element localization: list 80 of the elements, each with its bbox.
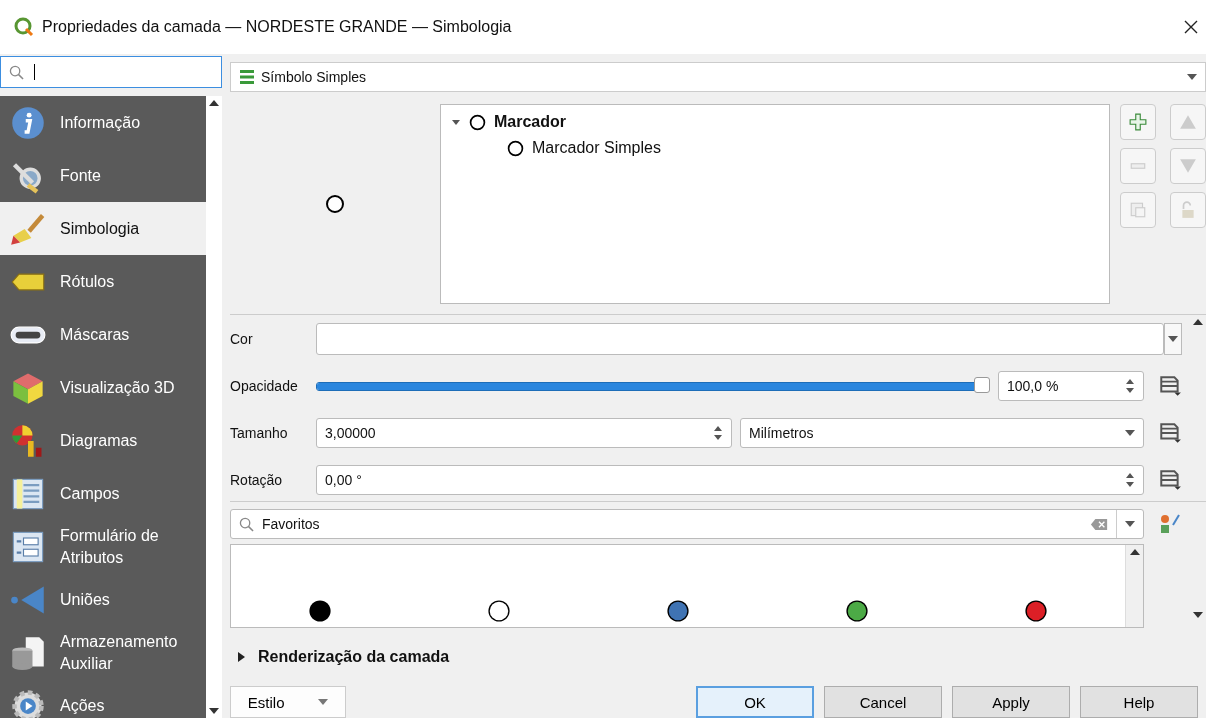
qgis-logo-icon: [14, 17, 34, 37]
scroll-down-icon[interactable]: [1193, 612, 1203, 618]
field-label: Rotação: [230, 472, 284, 488]
search-icon: [9, 64, 24, 80]
opacity-spinbox[interactable]: 100,0 %: [998, 371, 1144, 401]
spin-arrows-icon: [713, 425, 723, 441]
sidebar-item[interactable]: Uniões: [0, 573, 206, 626]
marker-symbol[interactable]: [308, 599, 333, 623]
marker-icon: [507, 139, 524, 157]
sidebar-item[interactable]: Rótulos: [0, 255, 206, 308]
color-button[interactable]: [316, 323, 1164, 355]
dropdown-arrow-icon: [318, 699, 329, 705]
copy-icon: [1129, 201, 1147, 219]
sidebar-item[interactable]: Armazenamento Auxiliar: [0, 626, 206, 679]
scrollbar[interactable]: [1125, 545, 1143, 627]
data-defined-icon[interactable]: [1158, 375, 1182, 397]
marker-symbol[interactable]: [487, 599, 512, 623]
dialog-button[interactable]: Apply: [952, 686, 1070, 718]
style-manager-icon[interactable]: [1158, 513, 1182, 535]
info-icon: [10, 104, 46, 141]
sidebar-item[interactable]: Campos: [0, 467, 206, 520]
rotation-spinbox[interactable]: 0,00 °: [316, 465, 1144, 495]
sidebar-item[interactable]: Fonte: [0, 149, 206, 202]
gear-icon: [10, 687, 46, 718]
opacity-slider[interactable]: [316, 376, 990, 396]
sidebar-item[interactable]: Informação: [0, 96, 206, 149]
field-label: Opacidade: [230, 378, 299, 394]
triangle-up-icon: [1179, 113, 1197, 131]
color-menu-button[interactable]: [1164, 323, 1182, 355]
list-icon: [239, 69, 255, 85]
sidebar-item[interactable]: Máscaras: [0, 308, 206, 361]
renderer-dropdown[interactable]: Símbolo Simples: [230, 62, 1206, 92]
triangle-down-icon: [1179, 157, 1197, 175]
spin-arrows-icon: [1125, 472, 1135, 488]
scroll-up-icon[interactable]: [1193, 319, 1203, 325]
data-defined-icon[interactable]: [1158, 469, 1182, 491]
marker-symbol[interactable]: [666, 599, 690, 623]
sidebar-item[interactable]: Simbologia: [0, 202, 206, 255]
window-title: Propriedades da camada — NORDESTE GRANDE — Simbologia: [42, 18, 512, 36]
search-icon: [239, 516, 254, 532]
expand-arrow-icon[interactable]: [236, 652, 246, 662]
marker-preview: [325, 194, 345, 214]
sidebar-item[interactable]: Diagramas: [0, 414, 206, 467]
scroll-up-icon[interactable]: [209, 100, 219, 106]
marker-icon: [469, 113, 486, 131]
dialog-button[interactable]: Help: [1080, 686, 1198, 718]
spin-arrows-icon: [1125, 378, 1135, 394]
dialog-button[interactable]: Cancel: [824, 686, 942, 718]
dropdown-arrow-icon: [1125, 521, 1135, 527]
field-label: Cor: [230, 331, 254, 347]
tree-item[interactable]: Marcador Simples: [532, 139, 661, 157]
size-spinbox[interactable]: 3,00000: [316, 418, 732, 448]
unit-dropdown[interactable]: Milímetros: [740, 418, 1144, 448]
expand-arrow-icon[interactable]: [451, 117, 461, 127]
clear-icon[interactable]: [1090, 517, 1108, 531]
scroll-down-icon[interactable]: [209, 708, 219, 714]
marker-symbol[interactable]: [844, 599, 869, 623]
marker-symbol[interactable]: [1023, 599, 1048, 623]
search-field[interactable]: [0, 56, 222, 88]
scroll-up-icon[interactable]: [1129, 549, 1140, 555]
field-label: Tamanho: [230, 425, 289, 441]
sidebar-item[interactable]: Visualização 3D: [0, 361, 206, 414]
sidebar-item[interactable]: Formulário de Atributos: [0, 520, 206, 573]
dropdown-arrow-icon: [1125, 430, 1135, 436]
padlock-icon: [1179, 201, 1197, 219]
close-icon[interactable]: [1184, 20, 1198, 34]
plus-icon: [1129, 113, 1147, 131]
section-header[interactable]: Renderização da camada: [258, 648, 450, 666]
favorites-filter[interactable]: Favoritos: [230, 509, 1144, 539]
slider-thumb[interactable]: [974, 377, 990, 393]
sidebar-item[interactable]: Ações: [0, 679, 206, 718]
database-icon: [10, 634, 46, 671]
data-defined-icon[interactable]: [1158, 422, 1182, 444]
dropdown-arrow-icon: [1187, 74, 1197, 80]
tree-item[interactable]: Marcador: [494, 113, 567, 131]
scrollbar[interactable]: [206, 96, 222, 718]
dialog-button[interactable]: OK: [696, 686, 814, 718]
add-layer-button[interactable]: [1120, 104, 1156, 140]
dropdown-arrow-icon: [1168, 336, 1178, 342]
style-menu-button[interactable]: Estilo: [230, 686, 346, 718]
